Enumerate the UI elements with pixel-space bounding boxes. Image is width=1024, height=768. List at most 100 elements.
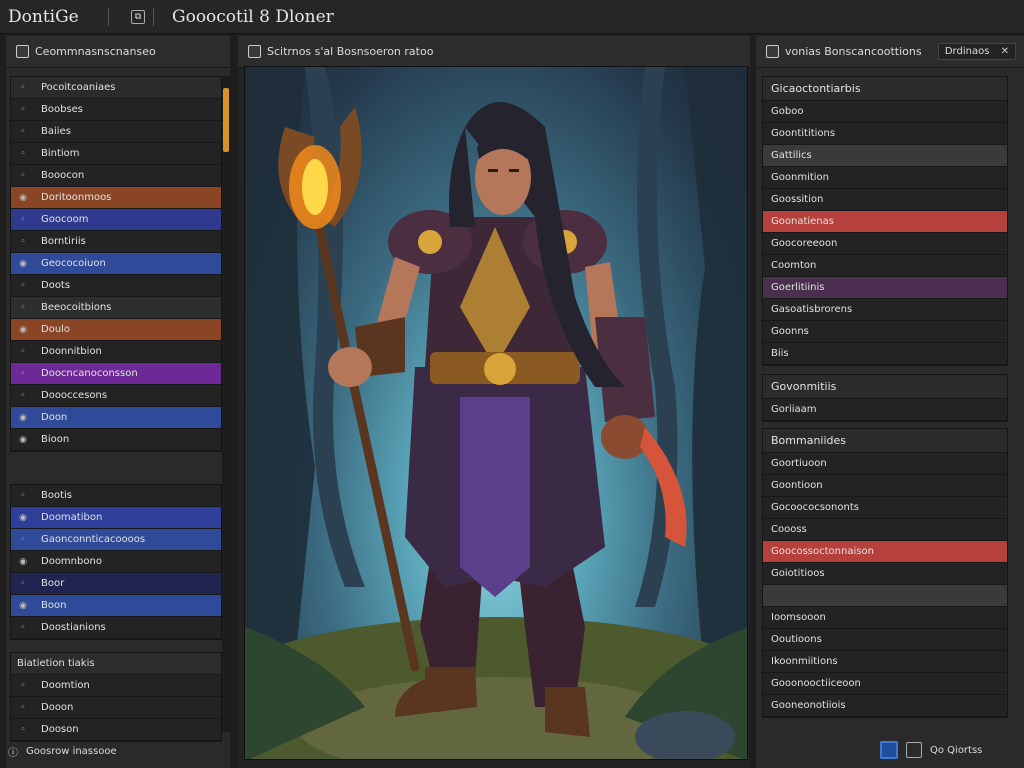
eye-icon[interactable]: ◦ bbox=[17, 391, 29, 401]
property-row[interactable]: Gooonooctiiceoon bbox=[763, 673, 1007, 695]
property-row[interactable]: Goocossoctonnaison bbox=[763, 541, 1007, 563]
property-label: Gattilics bbox=[771, 150, 812, 161]
layer-label: Doulo bbox=[41, 324, 71, 335]
property-row[interactable]: Ooutioons bbox=[763, 629, 1007, 651]
property-row[interactable]: Gasoatisbrorens bbox=[763, 299, 1007, 321]
property-row[interactable]: Goboo bbox=[763, 101, 1007, 123]
eye-icon[interactable]: ◦ bbox=[17, 725, 29, 735]
property-row[interactable]: Goontioon bbox=[763, 475, 1007, 497]
layer-row[interactable]: ◦ Doocncanoconsson bbox=[11, 363, 221, 385]
eye-icon[interactable]: ◦ bbox=[17, 237, 29, 247]
property-row[interactable]: Gattilics bbox=[763, 145, 1007, 167]
layer-row[interactable]: ◉ Doomatibon bbox=[11, 507, 221, 529]
layer-row[interactable]: ◉ Doritoonmoos bbox=[11, 187, 221, 209]
eye-icon[interactable]: ◦ bbox=[17, 281, 29, 291]
layer-row[interactable]: ◦ Borntiriis bbox=[11, 231, 221, 253]
layer-label: Bioon bbox=[41, 434, 70, 445]
eye-icon[interactable]: ◦ bbox=[17, 681, 29, 691]
property-row[interactable]: Biis bbox=[763, 343, 1007, 365]
eye-icon[interactable]: ◦ bbox=[17, 83, 29, 93]
layer-row[interactable]: ◉ Doon bbox=[11, 407, 221, 429]
eye-icon[interactable]: ◦ bbox=[17, 579, 29, 589]
circle-icon[interactable]: ◉ bbox=[17, 325, 29, 335]
settings-icon[interactable] bbox=[906, 742, 922, 758]
property-row[interactable]: Coomton bbox=[763, 255, 1007, 277]
document-icon[interactable]: ⧉ bbox=[131, 9, 145, 24]
color-swatch-icon[interactable] bbox=[880, 741, 898, 759]
title-bar: DontiGe ⧉ Gooocotil 8 Dloner bbox=[0, 0, 1024, 34]
eye-icon[interactable]: ◦ bbox=[17, 623, 29, 633]
circle-icon[interactable]: ◉ bbox=[17, 435, 29, 445]
property-row[interactable] bbox=[763, 585, 1007, 607]
property-label: Goriiaam bbox=[771, 404, 817, 415]
layer-row[interactable]: ◦ Dooon bbox=[11, 697, 221, 719]
section-title[interactable]: Bommaniides bbox=[763, 429, 1007, 453]
property-row[interactable]: Ioomsooon bbox=[763, 607, 1007, 629]
layer-row[interactable]: ◦ Baiies bbox=[11, 121, 221, 143]
property-row[interactable]: Gooneonotiiois bbox=[763, 695, 1007, 717]
property-row[interactable]: Goerlitiinis bbox=[763, 277, 1007, 299]
property-row[interactable]: Goonmition bbox=[763, 167, 1007, 189]
eye-icon[interactable]: ◦ bbox=[17, 491, 29, 501]
layer-row[interactable]: ◉ Boon bbox=[11, 595, 221, 617]
layer-row[interactable]: ◦ Pocoitcoaniaes bbox=[11, 77, 221, 99]
layer-row[interactable]: ◦ Boor bbox=[11, 573, 221, 595]
section-title[interactable]: Gicaoctontiarbis bbox=[763, 77, 1007, 101]
circle-icon[interactable]: ◉ bbox=[17, 413, 29, 423]
property-row[interactable]: Goossition bbox=[763, 189, 1007, 211]
eye-icon[interactable]: ◦ bbox=[17, 703, 29, 713]
eye-icon[interactable]: ◦ bbox=[17, 149, 29, 159]
circle-icon[interactable]: ◉ bbox=[17, 513, 29, 523]
property-row[interactable]: Goriiaam bbox=[763, 399, 1007, 421]
layers-scrollbar[interactable] bbox=[222, 76, 230, 732]
section-title[interactable]: Govonmitiis bbox=[763, 375, 1007, 399]
layer-row[interactable]: ◦ Beeocoitbions bbox=[11, 297, 221, 319]
layer-row[interactable]: ◦ Goocoom bbox=[11, 209, 221, 231]
layer-row[interactable]: ◦ Bintiom bbox=[11, 143, 221, 165]
property-row[interactable]: Goocoreeoon bbox=[763, 233, 1007, 255]
layer-row[interactable]: ◉ Bioon bbox=[11, 429, 221, 451]
layer-row[interactable]: ◦ Doonnitbion bbox=[11, 341, 221, 363]
circle-icon[interactable]: ◉ bbox=[17, 601, 29, 611]
eye-icon[interactable]: ◦ bbox=[17, 215, 29, 225]
layer-row[interactable]: ◉ Geococoiuon bbox=[11, 253, 221, 275]
property-row[interactable]: Goontititions bbox=[763, 123, 1007, 145]
property-row[interactable]: Goiotitioos bbox=[763, 563, 1007, 585]
layer-row[interactable]: ◦ Doots bbox=[11, 275, 221, 297]
circle-icon[interactable]: ◉ bbox=[17, 193, 29, 203]
property-row[interactable]: Gocoococsononts bbox=[763, 497, 1007, 519]
property-row[interactable]: Goonatienas bbox=[763, 211, 1007, 233]
layer-row[interactable]: ◦ Booocon bbox=[11, 165, 221, 187]
layer-row[interactable]: ◦ Boobses bbox=[11, 99, 221, 121]
layer-group-title[interactable]: Biatietion tiakis bbox=[11, 653, 221, 675]
character-illustration bbox=[245, 67, 747, 759]
property-row[interactable]: Coooss bbox=[763, 519, 1007, 541]
artwork-canvas[interactable] bbox=[244, 66, 748, 760]
property-row[interactable]: Goortiuoon bbox=[763, 453, 1007, 475]
layer-row[interactable]: ◦ Doomtion bbox=[11, 675, 221, 697]
eye-icon[interactable]: ◦ bbox=[17, 171, 29, 181]
close-icon[interactable]: ✕ bbox=[1001, 46, 1009, 57]
eye-icon[interactable]: ◦ bbox=[17, 105, 29, 115]
layer-row[interactable]: ◦ Doooccesons bbox=[11, 385, 221, 407]
circle-icon[interactable]: ◉ bbox=[17, 557, 29, 567]
eye-icon[interactable]: ◦ bbox=[17, 347, 29, 357]
layer-row[interactable]: ◉ Doulo bbox=[11, 319, 221, 341]
eye-icon[interactable]: ◦ bbox=[17, 303, 29, 313]
property-row[interactable]: Ikoonmiitions bbox=[763, 651, 1007, 673]
eye-icon[interactable]: ◦ bbox=[17, 535, 29, 545]
layers-footer-label: Goosrow inassooe bbox=[26, 745, 117, 757]
property-label: Goonns bbox=[771, 326, 809, 337]
eye-icon[interactable]: ◦ bbox=[17, 369, 29, 379]
view-dropdown[interactable]: Drdinaos ✕ bbox=[937, 43, 1016, 60]
scrollbar-thumb[interactable] bbox=[223, 88, 229, 152]
layer-row[interactable]: ◉ Doomnbono bbox=[11, 551, 221, 573]
eye-icon[interactable]: ◦ bbox=[17, 127, 29, 137]
layer-row[interactable]: ◦ Bootis bbox=[11, 485, 221, 507]
property-row[interactable]: Goonns bbox=[763, 321, 1007, 343]
layer-row[interactable]: ◦ Doostianions bbox=[11, 617, 221, 639]
properties-panel-header: vonias Bonscancoottions Drdinaos ✕ bbox=[756, 36, 1024, 68]
property-label: Ioomsooon bbox=[771, 612, 826, 623]
layer-row[interactable]: ◦ Gaonconnticacoooos bbox=[11, 529, 221, 551]
circle-icon[interactable]: ◉ bbox=[17, 259, 29, 269]
